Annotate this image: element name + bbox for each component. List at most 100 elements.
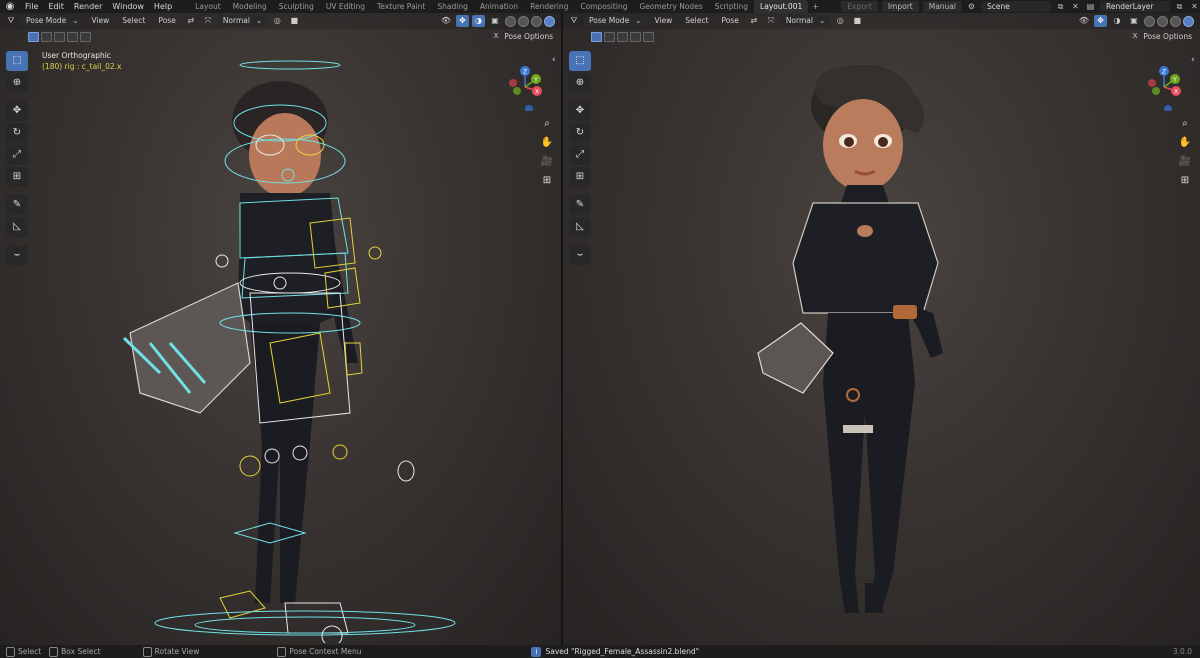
sidebar-toggle-icon[interactable]: ‹ (552, 55, 556, 65)
camera-icon[interactable]: 🎥 (540, 155, 554, 169)
view-menu[interactable]: View (86, 15, 114, 27)
gizmo-neg-x[interactable] (509, 79, 517, 87)
select-subtract-button[interactable] (617, 32, 628, 42)
gizmo-neg-z[interactable] (1164, 105, 1172, 111)
select-menu[interactable]: Select (680, 15, 713, 27)
measure-icon[interactable]: ◺ (569, 217, 591, 237)
scale-icon[interactable]: ⤢ (6, 145, 28, 165)
pose-flip-icon[interactable]: ⇄ (184, 15, 198, 27)
select-invert-button[interactable] (67, 32, 78, 42)
transform-icon[interactable]: ⊞ (6, 167, 28, 187)
tab-geometry-nodes[interactable]: Geometry Nodes (633, 0, 708, 13)
sidebar-toggle-icon[interactable]: ‹ (1191, 55, 1195, 65)
mode-dropdown[interactable]: Pose Mode ⌄ (584, 15, 647, 27)
wireframe-shading-button[interactable] (1144, 15, 1155, 27)
viewport-left[interactable]: ⛛ Pose Mode ⌄ View Select Pose ⇄ ⤧ Normal… (0, 13, 561, 645)
select-intersect-button[interactable] (80, 32, 91, 42)
rendered-shading-button[interactable] (1183, 15, 1194, 27)
select-box-icon[interactable]: ⬚ (569, 51, 591, 71)
solid-shading-button[interactable] (1157, 15, 1168, 27)
move-icon[interactable]: ✥ (6, 101, 28, 121)
tab-compositing[interactable]: Compositing (574, 0, 633, 13)
tab-layout[interactable]: Layout (189, 0, 227, 13)
pose-menu[interactable]: Pose (716, 15, 743, 27)
rendered-character[interactable] (743, 53, 983, 643)
transform-orientation-icon[interactable]: ⤧ (764, 15, 778, 27)
orientation-dropdown[interactable]: Normal ⌄ (780, 15, 831, 27)
annotate-icon[interactable]: ✎ (6, 195, 28, 215)
select-box-icon[interactable]: ⬚ (6, 51, 28, 71)
menu-file[interactable]: File (20, 0, 43, 13)
render-layer-icon[interactable]: ▤ (1085, 1, 1096, 12)
gizmo-neg-y[interactable] (1152, 87, 1160, 95)
pose-options-dropdown[interactable]: Pose Options (1143, 30, 1192, 44)
overlay-toggle-icon[interactable]: ◑ (472, 15, 485, 27)
tab-texture-paint[interactable]: Texture Paint (371, 0, 431, 13)
tab-scripting[interactable]: Scripting (709, 0, 754, 13)
cursor-icon[interactable]: ⊕ (569, 73, 591, 93)
visibility-icon[interactable]: 👁 (439, 15, 453, 27)
select-intersect-button[interactable] (643, 32, 654, 42)
tab-uv-editing[interactable]: UV Editing (320, 0, 371, 13)
viewport-right[interactable]: ⛛ Pose Mode ⌄ View Select Pose ⇄ ⤧ Normal… (563, 13, 1200, 645)
measure-icon[interactable]: ◺ (6, 217, 28, 237)
manual-button[interactable]: Manual (922, 1, 962, 12)
mode-dropdown[interactable]: Pose Mode ⌄ (21, 15, 84, 27)
transform-orientation-icon[interactable]: ⤧ (201, 15, 215, 27)
snap-icon[interactable]: ■ (850, 15, 864, 27)
pivot-icon[interactable]: ◎ (270, 15, 284, 27)
overlay-toggle-icon[interactable]: ◑ (1110, 15, 1124, 27)
camera-icon[interactable]: 🎥 (1178, 155, 1192, 169)
tab-sculpting[interactable]: Sculpting (273, 0, 320, 13)
pose-relax-icon[interactable]: ⌣ (6, 245, 28, 265)
xray-icon[interactable]: ▣ (488, 15, 502, 27)
wireframe-shading-button[interactable] (505, 15, 516, 27)
scene-field[interactable]: Scene (981, 1, 1051, 12)
pose-flip-icon[interactable]: ⇄ (747, 15, 761, 27)
rotate-icon[interactable]: ↻ (6, 123, 28, 143)
select-extend-button[interactable] (604, 32, 615, 42)
move-icon[interactable]: ✥ (569, 101, 591, 121)
navigation-gizmo[interactable]: Z X Y (1140, 63, 1188, 111)
material-shading-button[interactable] (1170, 15, 1181, 27)
orientation-dropdown[interactable]: Normal ⌄ (217, 15, 268, 27)
x-mirror-button[interactable]: X (1130, 31, 1140, 42)
gizmo-neg-x[interactable] (1148, 79, 1156, 87)
annotate-icon[interactable]: ✎ (569, 195, 591, 215)
zoom-icon[interactable]: ⌕ (1178, 117, 1192, 131)
close-icon[interactable]: ✕ (1070, 1, 1081, 12)
select-menu[interactable]: Select (117, 15, 150, 27)
pivot-icon[interactable]: ◎ (833, 15, 847, 27)
gizmo-neg-y[interactable] (513, 87, 521, 95)
editor-type-icon[interactable]: ⛛ (4, 15, 18, 27)
select-extend-button[interactable] (41, 32, 52, 42)
navigation-gizmo[interactable]: Z X Y (501, 63, 549, 111)
view-menu[interactable]: View (649, 15, 677, 27)
tab-layout-001[interactable]: Layout.001 (754, 0, 809, 13)
grid-icon[interactable]: ⊞ (540, 174, 554, 188)
menu-window[interactable]: Window (107, 0, 149, 13)
gizmo-neg-z[interactable] (525, 105, 533, 111)
scene-icon[interactable]: ⚙ (966, 1, 977, 12)
gizmo-toggle-icon[interactable]: ✥ (456, 15, 469, 27)
grid-icon[interactable]: ⊞ (1178, 174, 1192, 188)
xray-icon[interactable]: ▣ (1127, 15, 1141, 27)
rendered-shading-button[interactable] (544, 15, 555, 27)
menu-edit[interactable]: Edit (43, 0, 69, 13)
copy-layer-icon[interactable]: ⧉ (1174, 1, 1185, 12)
tab-animation[interactable]: Animation (474, 0, 524, 13)
pose-options-dropdown[interactable]: Pose Options (504, 30, 553, 44)
tab-modeling[interactable]: Modeling (227, 0, 273, 13)
select-subtract-button[interactable] (54, 32, 65, 42)
import-button[interactable]: Import (881, 1, 919, 12)
transform-icon[interactable]: ⊞ (569, 167, 591, 187)
select-new-button[interactable] (591, 32, 602, 42)
pose-relax-icon[interactable]: ⌣ (569, 245, 591, 265)
x-mirror-button[interactable]: X (491, 31, 501, 42)
copy-icon[interactable]: ⧉ (1055, 1, 1066, 12)
zoom-icon[interactable]: ⌕ (540, 117, 554, 131)
cursor-icon[interactable]: ⊕ (6, 73, 28, 93)
pan-hand-icon[interactable]: ✋ (540, 136, 554, 150)
menu-help[interactable]: Help (149, 0, 177, 13)
blender-logo-icon[interactable]: ◉ (4, 1, 16, 13)
